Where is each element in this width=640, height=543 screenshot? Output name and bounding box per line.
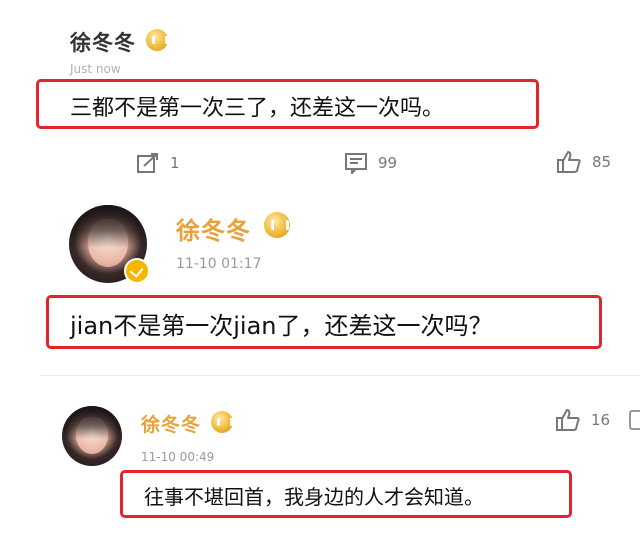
reply-count: 99 (378, 154, 398, 172)
timestamp: 11-10 01:17 (176, 256, 262, 272)
vip-badge-icon (264, 212, 290, 238)
vip-badge-icon (211, 411, 233, 433)
timestamp: Just now (70, 62, 121, 76)
verified-badge-icon (124, 258, 150, 284)
username[interactable]: 徐冬冬 (176, 211, 251, 246)
like-button[interactable]: 16 (555, 408, 610, 432)
share-button[interactable]: 1 (136, 152, 180, 174)
timestamp: 11-10 00:49 (141, 450, 215, 464)
comment-icon (345, 153, 367, 174)
vip-badge-icon (146, 29, 168, 51)
username[interactable]: 徐冬冬 (70, 27, 136, 57)
share-icon (137, 153, 158, 173)
comment-text: jian不是第一次jian了，还差这一次吗？ (70, 312, 493, 340)
like-count: 85 (592, 153, 612, 171)
avatar[interactable] (62, 406, 122, 466)
share-count: 1 (170, 154, 180, 172)
comment-text: 往事不堪回首，我身边的人才会知道。 (144, 485, 484, 509)
more-icon[interactable] (629, 410, 640, 430)
divider (40, 375, 640, 376)
like-count: 16 (591, 411, 611, 429)
comment-text: 三都不是第一次三了，还差这一次吗。 (70, 96, 445, 121)
username[interactable]: 徐冬冬 (141, 410, 201, 437)
like-icon (556, 409, 580, 431)
like-button[interactable]: 85 (556, 150, 611, 174)
reply-button[interactable]: 99 (344, 152, 397, 174)
like-icon (557, 151, 581, 173)
